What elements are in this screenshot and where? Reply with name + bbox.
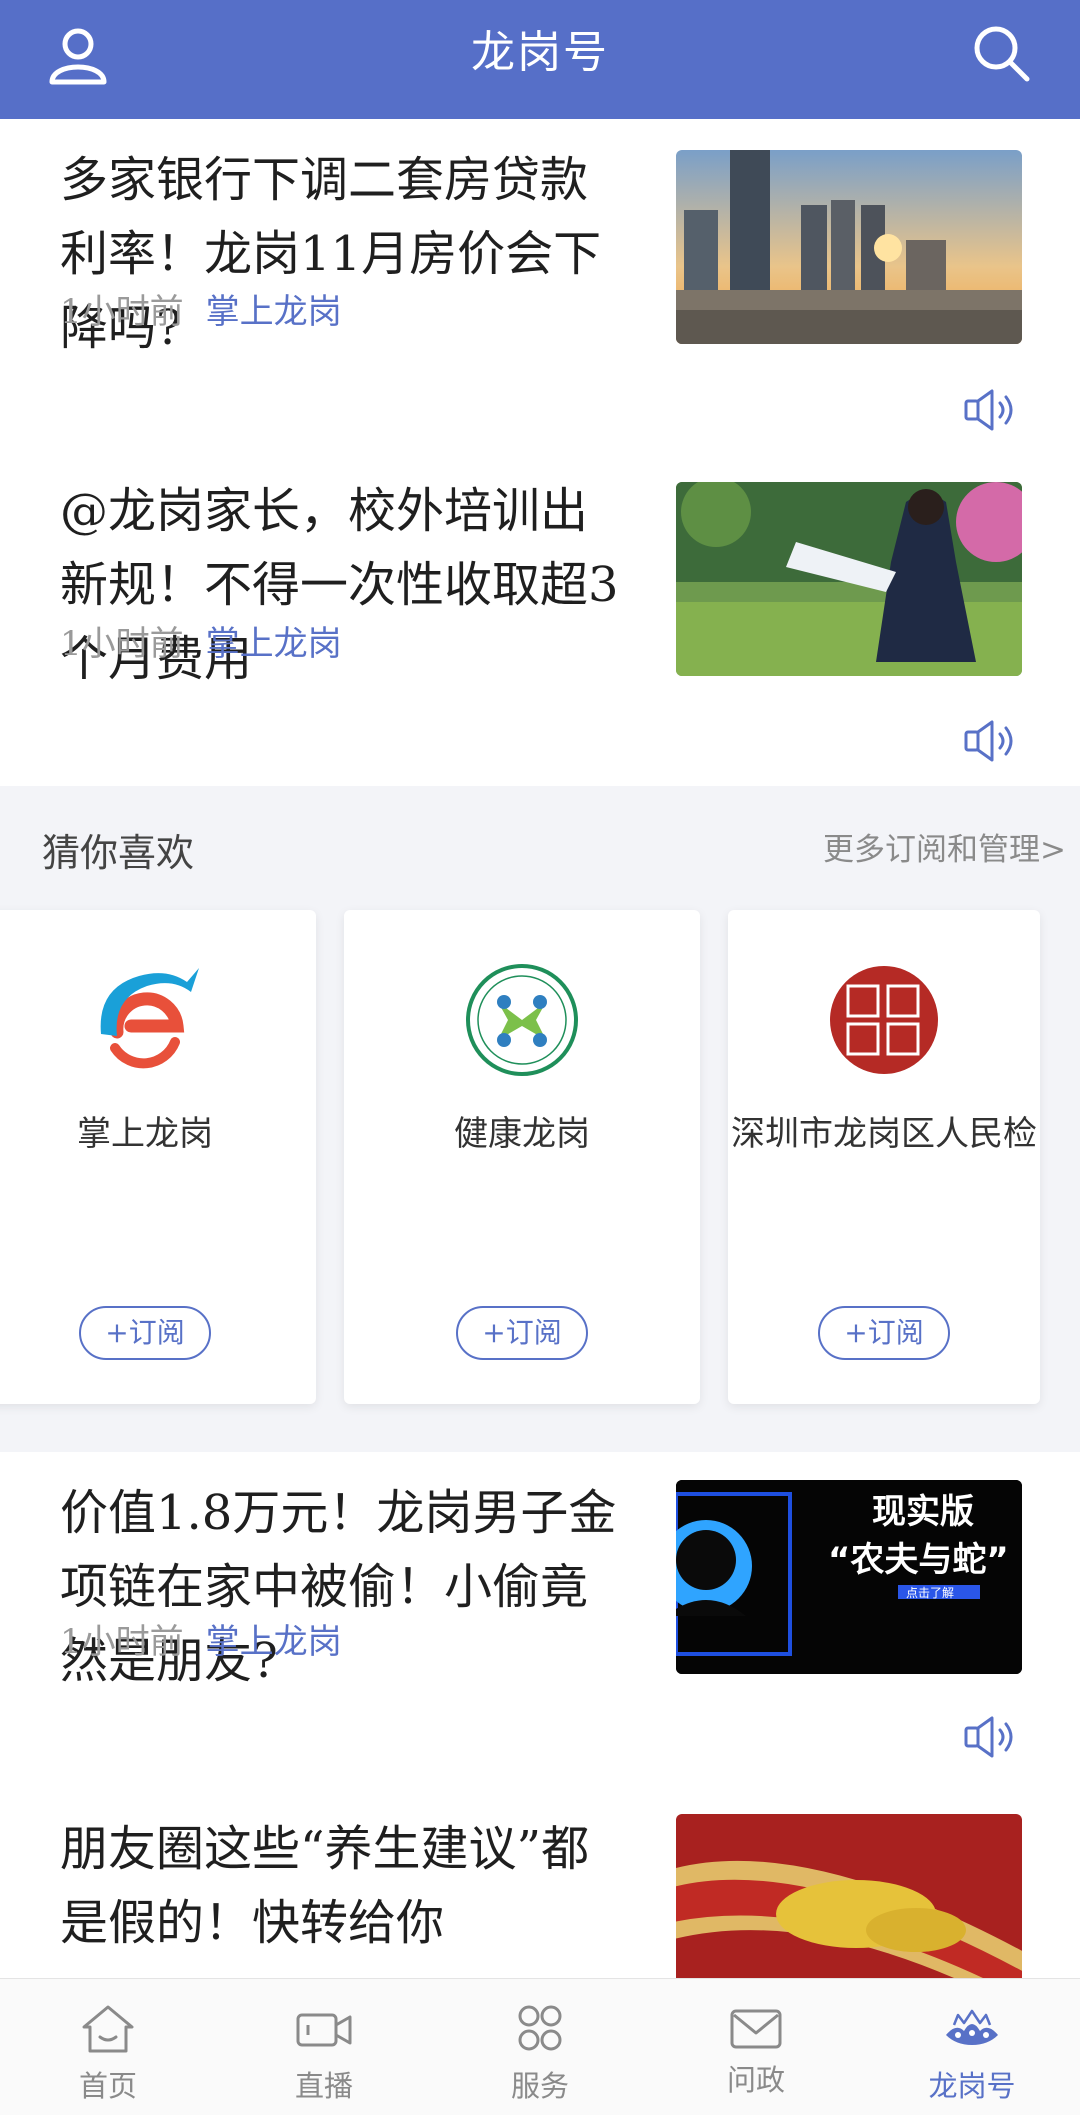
article-item[interactable]: @龙岗家长，校外培训出新规！不得一次性收取超3个月费用 1小时前 掌上龙岗 (0, 450, 1080, 786)
article-time: 1小时前 (60, 1622, 184, 1662)
thumb-title: 现实版 (872, 1492, 974, 1532)
account-name: 掌上龙岗 (77, 1114, 213, 1154)
account-name: 健康龙岗 (454, 1114, 590, 1154)
article-meta: 1小时前 掌上龙岗 (60, 1614, 342, 1663)
search-icon[interactable] (970, 22, 1032, 84)
article-thumbnail[interactable]: 现实版 “农夫与蛇” 点击了解 (676, 1480, 1022, 1674)
article-time: 1小时前 (60, 624, 184, 664)
article-source[interactable]: 掌上龙岗 (206, 292, 342, 332)
subscribe-button[interactable]: +订阅 (818, 1306, 950, 1360)
grid-icon (518, 2005, 562, 2051)
recommend-section: 猜你喜欢 更多订阅和管理> 掌上龙岗 +订阅 健康龙岗 +订阅 深圳市龙岗区人民… (0, 786, 1080, 1452)
article-meta: 1小时前 掌上龙岗 (60, 284, 342, 333)
article-source[interactable]: 掌上龙岗 (206, 1622, 342, 1662)
speaker-icon[interactable] (962, 385, 1022, 435)
crown-icon (946, 2009, 998, 2045)
procuratorate-seal-logo (830, 966, 938, 1074)
article-item[interactable]: 价值1.8万元！龙岗男子金项链在家中被偷！小偷竟然是朋友? 现实版 “农夫与蛇”… (0, 1452, 1080, 1788)
zhangshang-longgang-logo (100, 968, 199, 1069)
tab-label: 首页 (78, 2069, 137, 2103)
jiankang-longgang-logo (466, 964, 578, 1076)
subscribe-button[interactable]: +订阅 (456, 1306, 588, 1360)
section-title: 猜你喜欢 (42, 831, 195, 875)
home-icon (82, 2005, 134, 2053)
thumb-subtitle: “农夫与蛇” (828, 1540, 1009, 1580)
account-name: 深圳市龙岗区人民检 (731, 1114, 1037, 1154)
article-item[interactable]: 朋友圈这些“养生建议”都是假的！快转给你 (0, 1788, 1080, 1978)
tab-longgang-hao[interactable]: 龙岗号 (864, 1979, 1080, 2115)
bottom-tab-bar: 首页 直播 服务 问政 龙岗号 (0, 1978, 1080, 2115)
account-card[interactable]: 健康龙岗 +订阅 (344, 910, 700, 1404)
tab-label: 龙岗号 (928, 2069, 1016, 2103)
tab-services[interactable]: 服务 (432, 1979, 648, 2115)
tab-label: 直播 (294, 2069, 353, 2103)
article-title[interactable]: 价值1.8万元！龙岗男子金项链在家中被偷！小偷竟然是朋友? (60, 1476, 620, 1698)
speaker-icon[interactable] (962, 716, 1022, 766)
tab-label: 问政 (726, 2063, 785, 2097)
article-thumbnail[interactable] (676, 482, 1022, 676)
more-subscriptions-link[interactable]: 更多订阅和管理> (823, 824, 1066, 869)
article-source[interactable]: 掌上龙岗 (206, 624, 342, 664)
tab-home[interactable]: 首页 (0, 1979, 216, 2115)
article-thumbnail[interactable] (676, 150, 1022, 344)
article-item[interactable]: 多家银行下调二套房贷款利率！龙岗11月房价会下降吗? 1小时前 掌上龙岗 (0, 119, 1080, 450)
thumb-tag: 点击了解 (906, 1586, 955, 1600)
mail-icon (730, 2009, 782, 2049)
speaker-icon[interactable] (962, 1712, 1022, 1762)
article-thumbnail[interactable] (676, 1814, 1022, 1978)
tab-inquiry[interactable]: 问政 (648, 1979, 864, 2115)
top-bar: 龙岗号 (0, 0, 1080, 119)
account-card[interactable]: 深圳市龙岗区人民检 +订阅 (728, 910, 1040, 1404)
tab-label: 服务 (510, 2069, 569, 2103)
tab-live[interactable]: 直播 (216, 1979, 432, 2115)
article-meta: 1小时前 掌上龙岗 (60, 616, 342, 665)
article-time: 1小时前 (60, 292, 184, 332)
video-icon (296, 2013, 352, 2047)
account-card[interactable]: 掌上龙岗 +订阅 (0, 910, 316, 1404)
article-title[interactable]: 朋友圈这些“养生建议”都是假的！快转给你 (60, 1812, 620, 1960)
page-title: 龙岗号 (471, 27, 609, 78)
subscribe-button[interactable]: +订阅 (79, 1306, 211, 1360)
